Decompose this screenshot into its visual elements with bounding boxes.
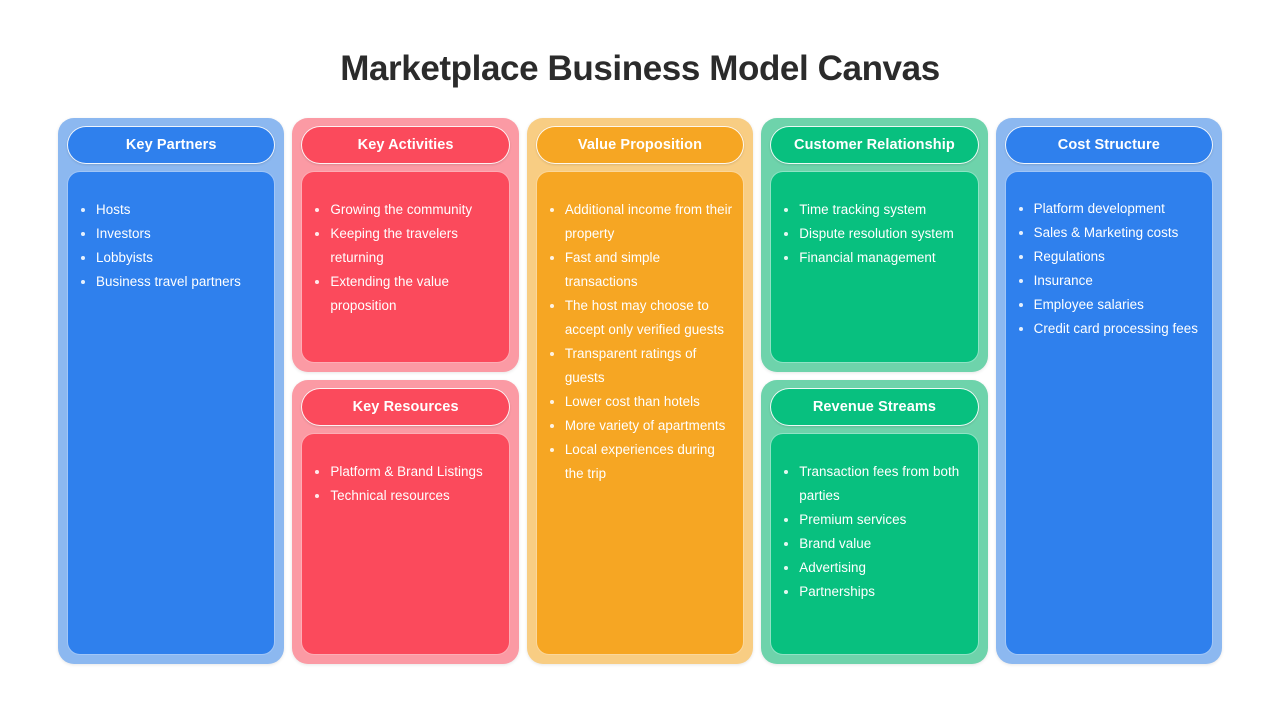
list-item: Financial management: [781, 246, 967, 270]
canvas-column-key-partners: Key Partners Hosts Investors Lobbyists Busin…: [58, 118, 285, 664]
canvas-block-key-resources[interactable]: Key Resources Platform & Brand Listings Te…: [292, 379, 519, 664]
list-item: Investors: [78, 222, 264, 246]
canvas-column-cost-structure: Cost Structure Platform development Sales …: [995, 118, 1223, 664]
list-item: Sales & Marketing costs: [1016, 221, 1202, 245]
block-list-customer-relationship: Time tracking system Dispute resolution s…: [781, 198, 967, 270]
block-body-revenue-streams: Transaction fees from both parties Premiu…: [770, 432, 979, 655]
list-item: More variety of apartments: [547, 414, 733, 438]
list-item: Keeping the travelers returning: [312, 222, 498, 270]
list-item: Growing the community: [312, 198, 498, 222]
canvas-column-key-activities-resources: Key Activities Growing the community Keepi…: [292, 118, 519, 664]
list-item: Platform & Brand Listings: [312, 460, 498, 484]
list-item: Platform development: [1016, 197, 1202, 221]
canvas-column-customer-revenue: Customer Relationship Time tracking syste…: [761, 118, 988, 664]
list-item: Transparent ratings of guests: [547, 342, 733, 390]
list-item: Premium services: [781, 508, 967, 532]
block-header-key-resources: Key Resources: [301, 387, 510, 426]
block-list-value-proposition: Additional income from their property Fas…: [547, 198, 733, 486]
list-item: Credit card processing fees: [1016, 317, 1202, 341]
list-item: The host may choose to accept only verif…: [547, 294, 733, 342]
page-title: Marketplace Business Model Canvas: [340, 49, 940, 88]
block-body-value-proposition: Additional income from their property Fas…: [535, 171, 745, 655]
canvas-block-key-partners[interactable]: Key Partners Hosts Investors Lobbyists Busin…: [58, 118, 285, 664]
list-item: Local experiences during the trip: [547, 438, 733, 486]
list-item: Time tracking system: [781, 198, 967, 222]
list-item: Lobbyists: [78, 246, 264, 270]
canvas-block-value-proposition[interactable]: Value Proposition Additional income from …: [526, 118, 754, 664]
block-body-key-partners: Hosts Investors Lobbyists Business travel p…: [67, 171, 276, 655]
canvas-columns: Key Partners Hosts Investors Lobbyists Busin…: [58, 118, 1223, 664]
business-model-canvas: Marketplace Business Model Canvas Key Pa…: [0, 0, 1280, 720]
list-item: Extending the value proposition: [312, 270, 498, 318]
block-list-cost-structure: Platform development Sales & Marketing co…: [1016, 197, 1202, 341]
block-header-revenue-streams: Revenue Streams: [770, 387, 979, 426]
block-body-key-activities: Growing the community Keeping the travele…: [301, 171, 510, 363]
list-item: Business travel partners: [78, 270, 264, 294]
block-list-revenue-streams: Transaction fees from both parties Premiu…: [781, 460, 967, 604]
block-body-cost-structure: Platform development Sales & Marketing co…: [1004, 171, 1214, 655]
canvas-block-key-activities[interactable]: Key Activities Growing the community Keepi…: [292, 118, 519, 372]
block-body-customer-relationship: Time tracking system Dispute resolution s…: [770, 171, 979, 363]
block-list-key-activities: Growing the community Keeping the travele…: [312, 198, 498, 318]
block-body-key-resources: Platform & Brand Listings Technical resou…: [301, 432, 510, 655]
list-item: Insurance: [1016, 269, 1202, 293]
list-item: Hosts: [78, 198, 264, 222]
list-item: Lower cost than hotels: [547, 390, 733, 414]
list-item: Dispute resolution system: [781, 222, 967, 246]
list-item: Transaction fees from both parties: [781, 460, 967, 508]
block-list-key-partners: Hosts Investors Lobbyists Business travel p…: [78, 198, 264, 294]
list-item: Additional income from their property: [547, 198, 733, 246]
list-item: Regulations: [1016, 245, 1202, 269]
list-item: Partnerships: [781, 580, 967, 604]
list-item: Technical resources: [312, 484, 498, 508]
block-header-value-proposition: Value Proposition: [535, 126, 745, 164]
canvas-column-value-proposition: Value Proposition Additional income from …: [526, 118, 754, 664]
list-item: Employee salaries: [1016, 293, 1202, 317]
list-item: Advertising: [781, 556, 967, 580]
canvas-block-customer-relationship[interactable]: Customer Relationship Time tracking syste…: [761, 118, 988, 372]
block-header-customer-relationship: Customer Relationship: [770, 126, 979, 164]
list-item: Fast and simple transactions: [547, 246, 733, 294]
block-list-key-resources: Platform & Brand Listings Technical resou…: [312, 460, 498, 508]
block-header-cost-structure: Cost Structure: [1004, 126, 1214, 164]
block-header-key-activities: Key Activities: [301, 126, 510, 164]
block-header-key-partners: Key Partners: [67, 126, 276, 164]
canvas-block-revenue-streams[interactable]: Revenue Streams Transaction fees from bot…: [761, 379, 988, 664]
canvas-block-cost-structure[interactable]: Cost Structure Platform development Sales …: [995, 118, 1223, 664]
list-item: Brand value: [781, 532, 967, 556]
